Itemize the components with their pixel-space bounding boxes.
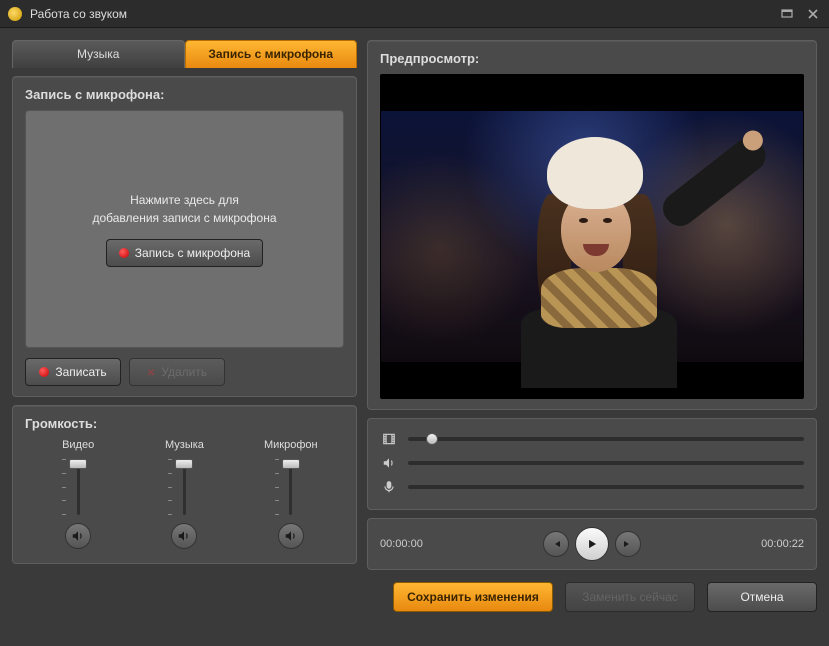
record-icon — [39, 367, 49, 377]
preview-title: Предпросмотр: — [380, 51, 804, 66]
audio-level-slider[interactable] — [408, 461, 804, 465]
mic-panel: Запись с микрофона: Нажмите здесь для до… — [12, 76, 357, 397]
volume-music: Музыка — [149, 439, 219, 549]
audio-track-icon — [380, 456, 398, 470]
slider-thumb[interactable] — [175, 459, 193, 469]
volume-video: Видео — [43, 439, 113, 549]
preview-frame — [381, 111, 803, 362]
volume-title: Громкость: — [25, 416, 344, 431]
recording-hint: Нажмите здесь для добавления записи с ми… — [92, 191, 276, 227]
mic-panel-title: Запись с микрофона: — [25, 87, 344, 102]
slider-thumb[interactable] — [282, 459, 300, 469]
transport-panel: 00:00:00 00:00:22 — [367, 518, 817, 570]
mic-track-icon — [380, 480, 398, 494]
tab-mic[interactable]: Запись с микрофона — [185, 40, 358, 68]
volume-music-slider[interactable] — [170, 459, 198, 515]
record-mic-button[interactable]: Запись с микрофона — [106, 239, 263, 267]
close-button[interactable] — [805, 7, 821, 21]
record-icon — [119, 248, 129, 258]
delete-button[interactable]: Удалить — [129, 358, 225, 386]
volume-panel: Громкость: Видео Музыка — [12, 405, 357, 564]
save-button[interactable]: Сохранить изменения — [393, 582, 553, 612]
track-sliders — [367, 418, 817, 510]
cancel-button[interactable]: Отмена — [707, 582, 817, 612]
volume-mic-slider[interactable] — [277, 459, 305, 515]
preview-video[interactable] — [380, 74, 804, 399]
recording-drop-area[interactable]: Нажмите здесь для добавления записи с ми… — [25, 110, 344, 348]
record-button[interactable]: Записать — [25, 358, 121, 386]
mute-video-button[interactable] — [65, 523, 91, 549]
titlebar: Работа со звуком — [0, 0, 829, 28]
mute-mic-button[interactable] — [278, 523, 304, 549]
mute-music-button[interactable] — [171, 523, 197, 549]
next-button[interactable] — [615, 531, 641, 557]
replace-now-button[interactable]: Заменить сейчас — [565, 582, 695, 612]
video-position-slider[interactable] — [408, 437, 804, 441]
time-total: 00:00:22 — [734, 538, 804, 550]
tab-music[interactable]: Музыка — [12, 40, 185, 68]
preview-panel: Предпросмотр: — [367, 40, 817, 410]
window-title: Работа со звуком — [30, 7, 779, 21]
minimize-button[interactable] — [779, 7, 795, 21]
mic-level-slider[interactable] — [408, 485, 804, 489]
volume-video-slider[interactable] — [64, 459, 92, 515]
video-track-icon — [380, 432, 398, 446]
time-current: 00:00:00 — [380, 538, 450, 550]
play-button[interactable] — [575, 527, 609, 561]
volume-mic: Микрофон — [256, 439, 326, 549]
delete-icon — [147, 365, 155, 379]
app-icon — [8, 7, 22, 21]
tabs: Музыка Запись с микрофона — [12, 40, 357, 68]
footer: Сохранить изменения Заменить сейчас Отме… — [0, 570, 829, 624]
prev-button[interactable] — [543, 531, 569, 557]
slider-thumb[interactable] — [426, 433, 438, 445]
slider-thumb[interactable] — [69, 459, 87, 469]
